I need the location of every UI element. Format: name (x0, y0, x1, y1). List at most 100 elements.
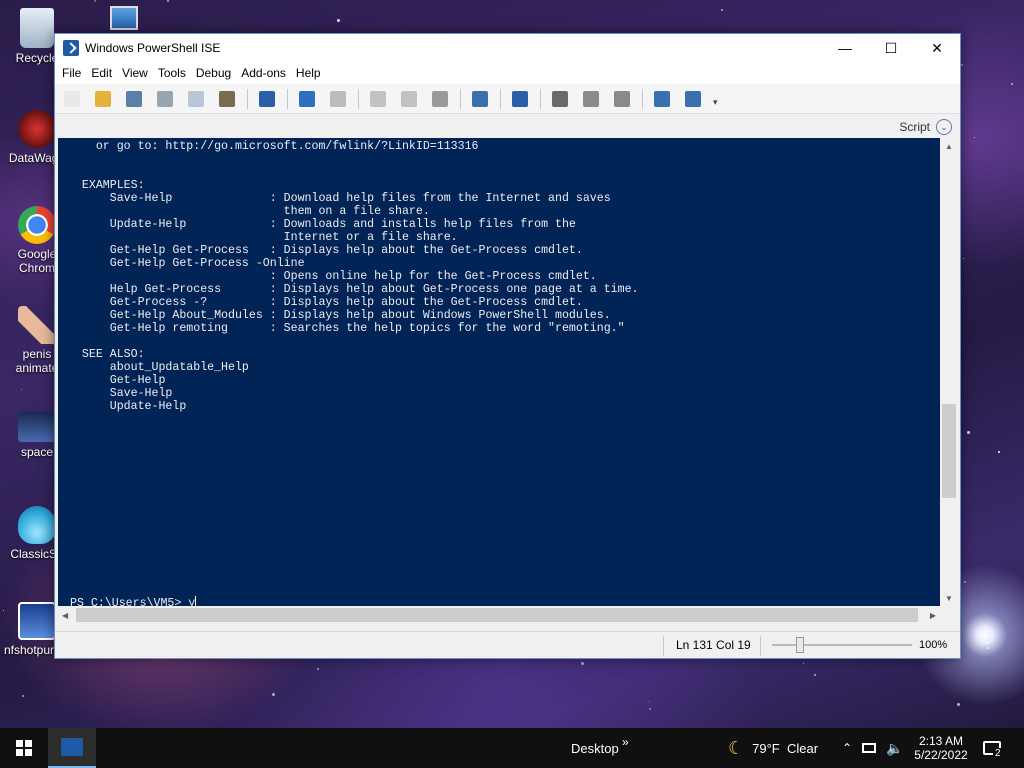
console-line: : Opens online help for the Get-Process … (68, 270, 597, 283)
zoom-slider-thumb[interactable] (796, 637, 804, 653)
star (94, 0, 96, 2)
console-line: Update-Help (68, 400, 187, 413)
toolbar-overflow-icon[interactable]: ▾ (713, 97, 718, 108)
prompt-text: PS C:\Users\VM5> y (70, 597, 196, 606)
taskbar: Desktop » ☾ 79°F Clear ⌃ 🔈 2:13 AM 5/22/… (0, 728, 1024, 768)
maximize-button[interactable]: ☐ (868, 34, 914, 62)
layout-right-button[interactable] (580, 88, 602, 110)
title-bar[interactable]: Windows PowerShell ISE — ☐ ✕ (55, 34, 960, 62)
clock-time: 2:13 AM (918, 734, 964, 748)
run-script-button[interactable] (367, 88, 389, 110)
app-shortcut-icon (18, 602, 56, 640)
powershell-ise-icon (63, 40, 79, 56)
console-line: Get-Process -? : Displays help about the… (68, 296, 583, 309)
zoom-slider-track[interactable] (772, 644, 912, 646)
star (814, 674, 816, 676)
weather-widget[interactable]: ☾ 79°F Clear (728, 728, 818, 768)
cut-icon (157, 90, 173, 107)
redo-button[interactable] (327, 88, 349, 110)
console-prompt[interactable]: PS C:\Users\VM5> y (70, 596, 197, 606)
star (957, 703, 960, 706)
clock-date: 5/22/2022 (914, 748, 968, 762)
powershell-ise-icon (61, 738, 83, 756)
scroll-up-icon[interactable]: ▲ (940, 138, 958, 154)
console-pane[interactable]: or go to: http://go.microsoft.com/fwlink… (58, 138, 940, 606)
star (974, 137, 975, 138)
star (581, 662, 584, 665)
remote-powershell-icon (472, 90, 488, 107)
stop-button[interactable] (429, 88, 451, 110)
script-label[interactable]: Script (899, 120, 930, 134)
scrollbar-thumb[interactable] (942, 404, 956, 498)
cursor-position: Ln 131 Col 19 (676, 638, 751, 652)
console-line: Get-Help Get-Process -Online (68, 257, 305, 270)
star (649, 708, 651, 710)
console-line: Update-Help : Downloads and installs hel… (68, 218, 576, 231)
star (986, 642, 988, 644)
volume-icon[interactable]: 🔈 (886, 728, 903, 768)
menu-debug[interactable]: Debug (191, 66, 236, 80)
taskbar-powershell-ise[interactable] (48, 728, 96, 768)
scrollbar-thumb[interactable] (76, 608, 918, 622)
run-selection-button[interactable] (398, 88, 420, 110)
console-vertical-scrollbar[interactable]: ▲ ▼ (940, 138, 958, 606)
run-selection-icon (401, 90, 417, 107)
star (967, 431, 970, 434)
menu-help[interactable]: Help (291, 66, 326, 80)
menu-bar: File Edit View Tools Debug Add-ons Help (55, 62, 960, 84)
minimize-button[interactable]: — (822, 34, 868, 62)
menu-view[interactable]: View (117, 66, 153, 80)
close-button[interactable]: ✕ (914, 34, 960, 62)
undo-button[interactable] (296, 88, 318, 110)
star (317, 668, 319, 670)
zoom-level: 100% (919, 639, 948, 651)
powershell-ise-window: Windows PowerShell ISE — ☐ ✕ File Edit Vie… (54, 33, 961, 659)
scroll-down-icon[interactable]: ▼ (940, 590, 958, 606)
paste-button[interactable] (216, 88, 238, 110)
layout-top-button[interactable] (549, 88, 571, 110)
new-file-button[interactable] (61, 88, 83, 110)
star (721, 9, 723, 11)
console-line: or go to: http://go.microsoft.com/fwlink… (68, 140, 479, 153)
text-cursor (195, 596, 197, 606)
powershell-run-button[interactable] (256, 88, 278, 110)
start-button[interactable] (0, 728, 48, 768)
remote-powershell-button[interactable] (469, 88, 491, 110)
moon-icon: ☾ (728, 737, 745, 758)
menu-file[interactable]: File (57, 66, 86, 80)
console-line: Internet or a file share. (68, 231, 458, 244)
status-separator (760, 636, 761, 656)
recycle-bin-icon (20, 8, 54, 48)
menu-tools[interactable]: Tools (153, 66, 191, 80)
scroll-right-icon[interactable]: ▶ (930, 611, 936, 620)
notification-center-button[interactable]: 2 (983, 728, 1003, 768)
save-button[interactable] (123, 88, 145, 110)
console-line: Get-Help remoting : Searches the help to… (68, 322, 625, 335)
image-file-icon (18, 412, 56, 442)
toolbar-chevron-icon[interactable]: » (622, 722, 629, 762)
console-horizontal-scrollbar[interactable]: ◀ ▶ (58, 606, 940, 624)
toolbar-separator (460, 88, 461, 109)
show-commands-button[interactable] (651, 88, 673, 110)
console-line: about_Updatable_Help (68, 361, 249, 374)
powershell-run-icon (259, 90, 275, 107)
layout-max-button[interactable] (611, 88, 633, 110)
cut-button[interactable] (154, 88, 176, 110)
start-powershell-button[interactable] (509, 88, 531, 110)
computer-icon[interactable] (110, 6, 138, 30)
menu-edit[interactable]: Edit (86, 66, 117, 80)
menu-add-ons[interactable]: Add-ons (236, 66, 291, 80)
network-icon[interactable] (862, 728, 876, 768)
copy-button[interactable] (185, 88, 207, 110)
chevron-down-icon[interactable]: ⌄ (936, 119, 952, 135)
star (167, 0, 169, 2)
paste-icon (219, 90, 235, 107)
open-folder-button[interactable] (92, 88, 114, 110)
show-addon-button[interactable] (682, 88, 704, 110)
status-separator (663, 636, 664, 656)
layout-right-icon (583, 90, 599, 107)
scroll-left-icon[interactable]: ◀ (62, 611, 68, 620)
clock[interactable]: 2:13 AM 5/22/2022 (912, 728, 970, 768)
desktop-toolbar[interactable]: Desktop (571, 728, 619, 768)
show-hidden-icons-icon[interactable]: ⌃ (842, 728, 852, 768)
